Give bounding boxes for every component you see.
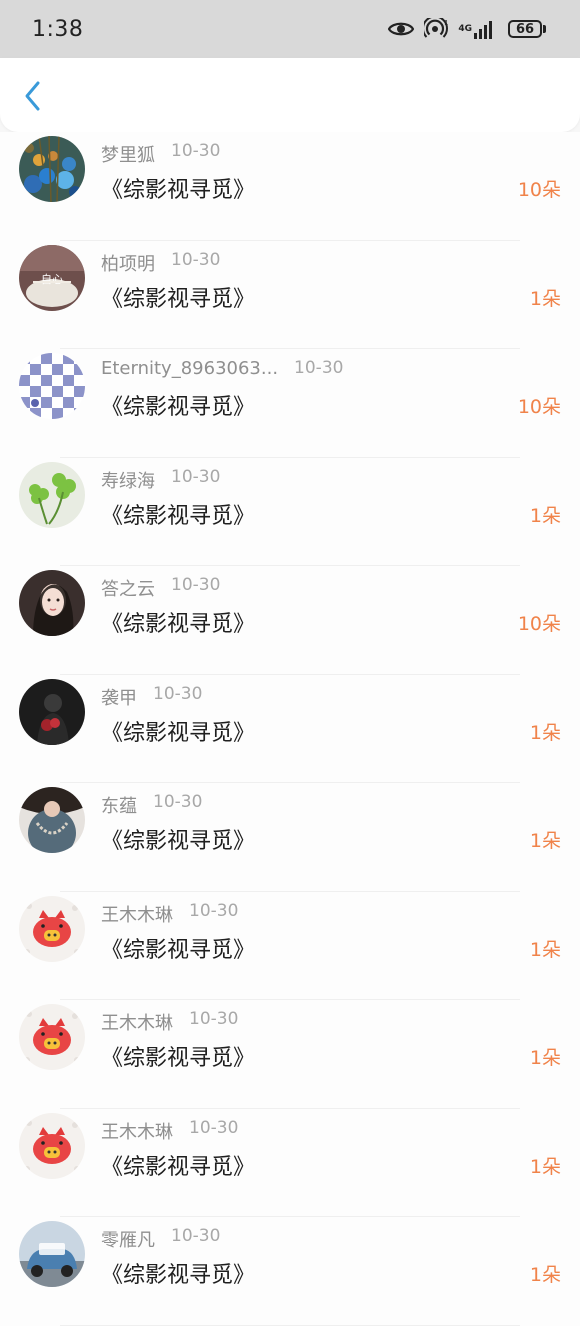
list-item[interactable]: 东蕴 10-30 《综影视寻觅》 1朵 bbox=[0, 783, 580, 892]
network-type: 4G bbox=[458, 23, 472, 34]
battery-icon: 66 bbox=[508, 20, 546, 38]
necklace-avatar[interactable] bbox=[19, 787, 85, 853]
book-title: 《综影视寻觅》 bbox=[101, 612, 256, 637]
gift-amount: 1朵 bbox=[529, 1264, 561, 1286]
user-name[interactable]: 东蕴 bbox=[101, 792, 137, 818]
date-label: 10-30 bbox=[171, 249, 221, 270]
dark-avatar[interactable] bbox=[19, 678, 85, 745]
hotspot-icon: 1 bbox=[424, 18, 448, 40]
book-title: 《综影视寻觅》 bbox=[101, 178, 256, 203]
gift-amount: 1朵 bbox=[529, 938, 561, 961]
gift-amount: 1朵 bbox=[529, 721, 561, 744]
name-line: 零雁凡 10-30 bbox=[101, 1226, 220, 1252]
book-title: 《综影视寻觅》 bbox=[101, 395, 256, 420]
user-name[interactable]: 王木木琳 bbox=[101, 1009, 173, 1035]
date-label: 10-30 bbox=[171, 575, 221, 595]
header bbox=[0, 58, 580, 132]
gift-amount: 1朵 bbox=[529, 1047, 561, 1069]
user-name[interactable]: Eternity_8963063... bbox=[101, 358, 278, 379]
svg-text:1: 1 bbox=[444, 19, 448, 27]
battery-level: 66 bbox=[508, 20, 542, 38]
clover-avatar[interactable] bbox=[19, 461, 85, 528]
book-title: 《综影视寻觅》 bbox=[101, 286, 256, 312]
checker-avatar[interactable] bbox=[19, 353, 85, 419]
pig-avatar[interactable] bbox=[19, 1004, 85, 1070]
book-title: 《综影视寻觅》 bbox=[101, 1263, 256, 1288]
name-line: 答之云 10-30 bbox=[101, 575, 220, 601]
car-avatar[interactable] bbox=[19, 1221, 85, 1287]
gift-amount: 1朵 bbox=[529, 287, 561, 310]
gift-amount: 1朵 bbox=[529, 504, 561, 527]
name-line: 王木木琳 10-30 bbox=[101, 1009, 238, 1035]
gift-amount: 10朵 bbox=[517, 179, 561, 201]
status-time: 1:38 bbox=[32, 16, 84, 42]
list-item[interactable]: 王木木琳 10-30 《综影视寻觅》 1朵 bbox=[0, 892, 580, 1001]
chevron-left-icon bbox=[25, 81, 40, 111]
portrait-avatar[interactable] bbox=[19, 570, 85, 636]
date-label: 10-30 bbox=[171, 1226, 221, 1246]
user-name[interactable]: 王木木琳 bbox=[101, 901, 173, 927]
book-title: 《综影视寻觅》 bbox=[101, 503, 256, 529]
date-label: 10-30 bbox=[171, 141, 221, 161]
gift-amount: 1朵 bbox=[529, 830, 561, 852]
status-icons: 1 4G 66 bbox=[388, 18, 546, 40]
name-line: Eternity_8963063... 10-30 bbox=[101, 358, 343, 379]
user-name[interactable]: 寿绿海 bbox=[101, 467, 155, 493]
name-line: 袭甲 10-30 bbox=[101, 684, 202, 710]
pig-avatar[interactable] bbox=[19, 1112, 85, 1179]
signal-icon: 4G bbox=[458, 19, 498, 39]
status-bar: 1:38 1 4G 66 bbox=[0, 0, 580, 58]
name-line: 王木木琳 10-30 bbox=[101, 901, 238, 927]
date-label: 10-30 bbox=[189, 900, 239, 921]
name-line: 寿绿海 10-30 bbox=[101, 467, 220, 493]
gift-amount: 1朵 bbox=[529, 1155, 561, 1178]
flowers-avatar[interactable] bbox=[19, 136, 85, 202]
list-item[interactable]: 王木木琳 10-30 《综影视寻觅》 1朵 bbox=[0, 1000, 580, 1109]
user-name[interactable]: 零雁凡 bbox=[101, 1226, 155, 1252]
user-name[interactable]: 王木木琳 bbox=[101, 1118, 173, 1144]
date-label: 10-30 bbox=[153, 683, 203, 704]
list-item[interactable]: 袭甲 10-30 《综影视寻觅》 1朵 bbox=[0, 675, 580, 784]
book-title: 《综影视寻觅》 bbox=[101, 720, 256, 746]
list-item[interactable]: 答之云 10-30 《综影视寻觅》 10朵 bbox=[0, 566, 580, 675]
list-item[interactable]: 自心 柏项明 10-30 《综影视寻觅》 1朵 bbox=[0, 241, 580, 350]
user-name[interactable]: 柏项明 bbox=[101, 250, 155, 276]
name-line: 梦里狐 10-30 bbox=[101, 141, 220, 167]
date-label: 10-30 bbox=[189, 1009, 239, 1029]
list-item[interactable]: 零雁凡 10-30 《综影视寻觅》 1朵 bbox=[0, 1217, 580, 1326]
date-label: 10-30 bbox=[153, 792, 203, 812]
date-label: 10-30 bbox=[171, 466, 221, 487]
user-name[interactable]: 梦里狐 bbox=[101, 141, 155, 167]
gift-list: 梦里狐 10-30 《综影视寻觅》 10朵 自心 柏项明 10-30 《综影视寻觅》 1朵 … bbox=[0, 132, 580, 1326]
list-item[interactable]: 梦里狐 10-30 《综影视寻觅》 10朵 bbox=[0, 132, 580, 241]
book-title: 《综影视寻觅》 bbox=[101, 829, 256, 854]
user-name[interactable]: 袭甲 bbox=[101, 684, 137, 710]
eye-icon bbox=[388, 20, 415, 38]
list-item[interactable]: 王木木琳 10-30 《综影视寻觅》 1朵 bbox=[0, 1109, 580, 1218]
user-name[interactable]: 答之云 bbox=[101, 575, 155, 601]
gift-amount: 10朵 bbox=[517, 396, 561, 418]
list-item[interactable]: Eternity_8963063... 10-30 《综影视寻觅》 10朵 bbox=[0, 349, 580, 458]
pig-avatar[interactable] bbox=[19, 895, 85, 962]
name-line: 柏项明 10-30 bbox=[101, 250, 220, 276]
date-label: 10-30 bbox=[189, 1117, 239, 1138]
list-item[interactable]: 寿绿海 10-30 《综影视寻觅》 1朵 bbox=[0, 458, 580, 567]
book-title: 《综影视寻觅》 bbox=[101, 937, 256, 963]
text-sign-avatar[interactable]: 自心 bbox=[19, 244, 85, 311]
date-label: 10-30 bbox=[294, 358, 344, 378]
name-line: 东蕴 10-30 bbox=[101, 792, 202, 818]
name-line: 王木木琳 10-30 bbox=[101, 1118, 238, 1144]
book-title: 《综影视寻觅》 bbox=[101, 1046, 256, 1071]
gift-amount: 10朵 bbox=[517, 613, 561, 635]
svg-text:自心: 自心 bbox=[41, 273, 63, 286]
back-button[interactable] bbox=[16, 76, 50, 116]
book-title: 《综影视寻觅》 bbox=[101, 1154, 256, 1180]
